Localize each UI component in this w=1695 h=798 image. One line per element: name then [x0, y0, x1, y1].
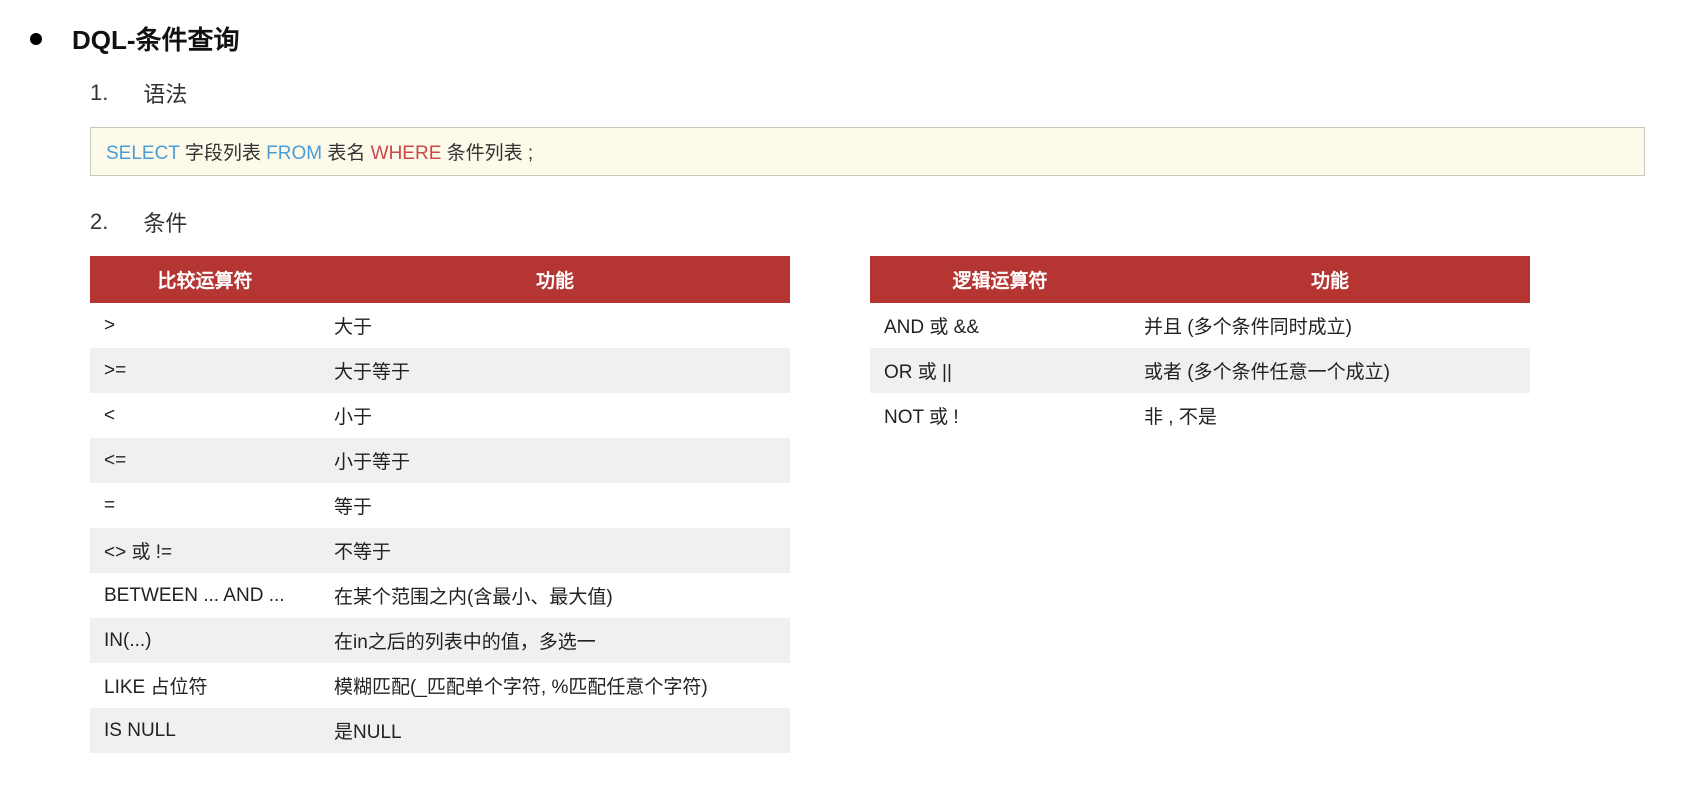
- compare-op-cell: IS NULL: [90, 708, 320, 753]
- table-row: IN(...)在in之后的列表中的值，多选一: [90, 618, 790, 663]
- compare-func-cell: 小于: [320, 393, 790, 438]
- table-row: IS NULL是NULL: [90, 708, 790, 753]
- compare-header-op: 比较运算符: [90, 256, 320, 303]
- compare-op-cell: >=: [90, 348, 320, 393]
- keyword-from: FROM: [266, 143, 322, 164]
- compare-func-cell: 模糊匹配(_匹配单个字符, %匹配任意个字符): [320, 663, 790, 708]
- compare-func-cell: 小于等于: [320, 438, 790, 483]
- section-2-num: 2.: [90, 209, 108, 235]
- compare-op-cell: <: [90, 393, 320, 438]
- table-row: AND 或 &&并且 (多个条件同时成立): [870, 303, 1530, 348]
- compare-op-cell: BETWEEN ... AND ...: [90, 573, 320, 618]
- logic-func-cell: 非 , 不是: [1130, 393, 1530, 438]
- page-title: DQL-条件查询: [72, 20, 240, 57]
- syntax-condition: 条件列表 ;: [441, 143, 533, 164]
- syntax-fields: 字段列表: [180, 143, 267, 164]
- compare-op-cell: LIKE 占位符: [90, 663, 320, 708]
- compare-op-cell: =: [90, 483, 320, 528]
- table-row: OR 或 ||或者 (多个条件任意一个成立): [870, 348, 1530, 393]
- compare-op-cell: <> 或 !=: [90, 528, 320, 573]
- compare-operators-table: 比较运算符 功能 >大于>=大于等于<小于<=小于等于=等于<> 或 !=不等于…: [90, 256, 790, 753]
- logic-header-op: 逻辑运算符: [870, 256, 1130, 303]
- logic-op-cell: OR 或 ||: [870, 348, 1130, 393]
- syntax-table: 表名: [322, 143, 371, 164]
- compare-func-cell: 不等于: [320, 528, 790, 573]
- compare-func-cell: 大于等于: [320, 348, 790, 393]
- compare-header-func: 功能: [320, 256, 790, 303]
- logic-func-cell: 并且 (多个条件同时成立): [1130, 303, 1530, 348]
- section-1-title: 语法: [143, 77, 187, 109]
- table-row: >大于: [90, 303, 790, 348]
- tables-container: 比较运算符 功能 >大于>=大于等于<小于<=小于等于=等于<> 或 !=不等于…: [90, 256, 1665, 753]
- compare-func-cell: 在某个范围之内(含最小、最大值): [320, 573, 790, 618]
- table-row: BETWEEN ... AND ...在某个范围之内(含最小、最大值): [90, 573, 790, 618]
- table-row: LIKE 占位符模糊匹配(_匹配单个字符, %匹配任意个字符): [90, 663, 790, 708]
- section-1-num: 1.: [90, 80, 108, 106]
- compare-func-cell: 是NULL: [320, 708, 790, 753]
- page-header: DQL-条件查询: [30, 20, 1665, 57]
- compare-func-cell: 等于: [320, 483, 790, 528]
- logic-header-func: 功能: [1130, 256, 1530, 303]
- table-row: >=大于等于: [90, 348, 790, 393]
- section-2-label: 2. 条件: [90, 206, 1665, 238]
- keyword-where: WHERE: [371, 143, 442, 164]
- content-area: 1. 语法 SELECT 字段列表 FROM 表名 WHERE 条件列表 ; 2…: [90, 77, 1665, 753]
- compare-op-cell: >: [90, 303, 320, 348]
- logic-op-cell: AND 或 &&: [870, 303, 1130, 348]
- table-row: <小于: [90, 393, 790, 438]
- table-row: <> 或 !=不等于: [90, 528, 790, 573]
- keyword-select: SELECT: [106, 143, 180, 164]
- logic-operators-table: 逻辑运算符 功能 AND 或 &&并且 (多个条件同时成立)OR 或 ||或者 …: [870, 256, 1530, 438]
- bullet-icon: [30, 33, 42, 45]
- section-syntax: 1. 语法 SELECT 字段列表 FROM 表名 WHERE 条件列表 ;: [90, 77, 1665, 176]
- table-row: <=小于等于: [90, 438, 790, 483]
- syntax-box: SELECT 字段列表 FROM 表名 WHERE 条件列表 ;: [90, 127, 1645, 176]
- compare-func-cell: 大于: [320, 303, 790, 348]
- section-condition: 2. 条件 比较运算符 功能 >大于>=大于等于<小于<=小于等于=等于<> 或…: [90, 206, 1665, 753]
- logic-op-cell: NOT 或 !: [870, 393, 1130, 438]
- compare-func-cell: 在in之后的列表中的值，多选一: [320, 618, 790, 663]
- compare-op-cell: IN(...): [90, 618, 320, 663]
- table-row: =等于: [90, 483, 790, 528]
- table-row: NOT 或 !非 , 不是: [870, 393, 1530, 438]
- section-2-title: 条件: [143, 206, 187, 238]
- section-1-label: 1. 语法: [90, 77, 1665, 109]
- logic-func-cell: 或者 (多个条件任意一个成立): [1130, 348, 1530, 393]
- compare-op-cell: <=: [90, 438, 320, 483]
